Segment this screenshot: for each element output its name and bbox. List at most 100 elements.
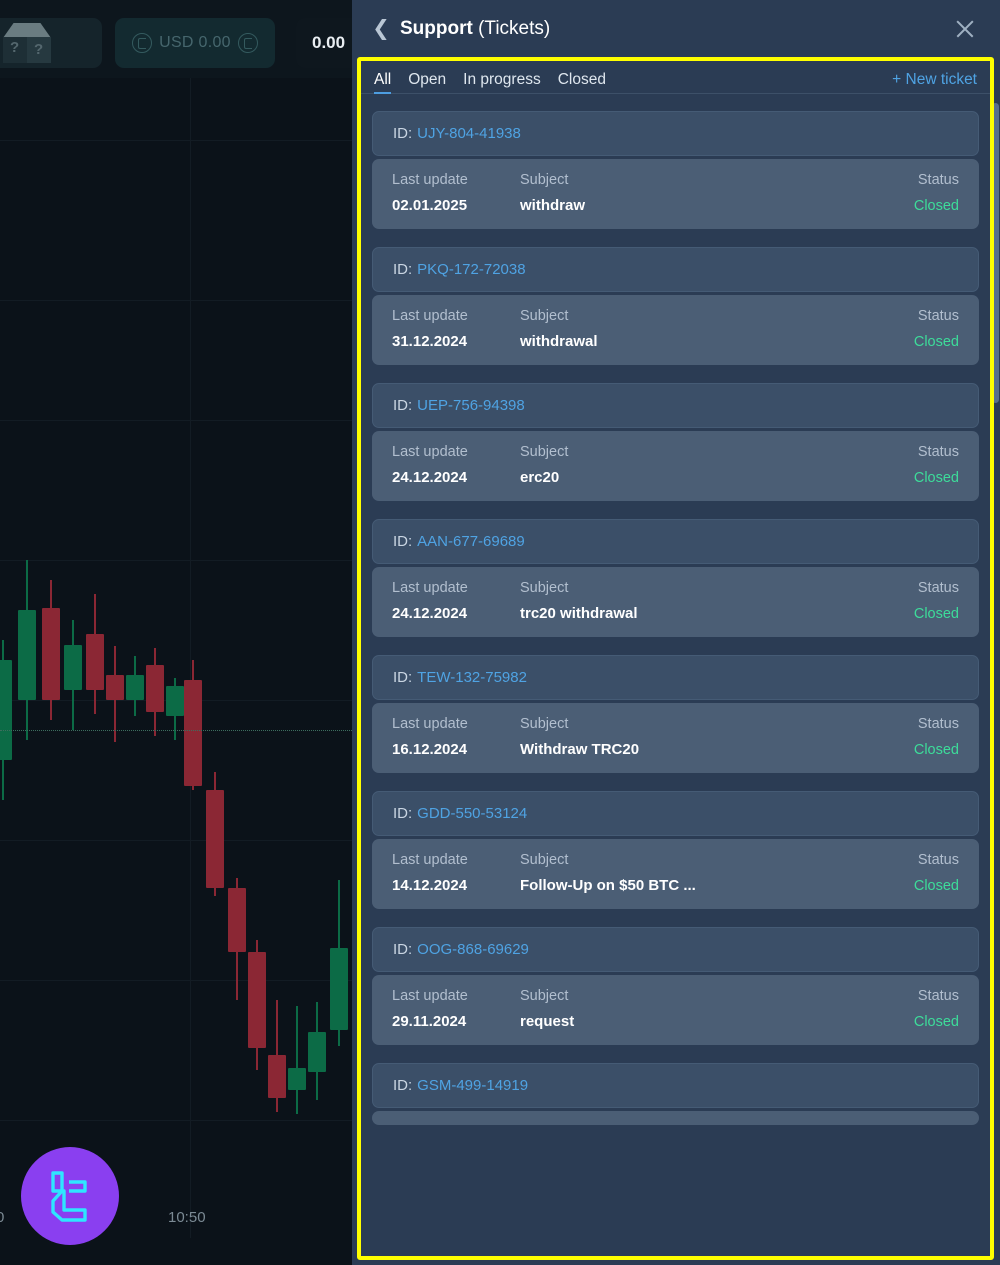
ticket-id-label: ID: <box>393 125 413 142</box>
chart-gridline-horizontal <box>0 300 352 301</box>
ticket-id-value[interactable]: TEW-132-75982 <box>417 669 527 686</box>
candlestick-body <box>42 608 60 700</box>
ticket-id-value[interactable]: OOG-868-69629 <box>417 941 529 958</box>
ticket-id-label: ID: <box>393 669 413 686</box>
ticket-details[interactable]: Last update Subject Status 29.11.2024 reques… <box>372 975 979 1045</box>
table-row: 24.12.2024 trc20 withdrawal Closed <box>392 605 959 622</box>
ticket-id-label: ID: <box>393 397 413 414</box>
ticket-id-header[interactable]: ID: GDD-550-53124 <box>372 791 979 836</box>
wallet-icon <box>132 33 153 53</box>
candlestick-wick <box>296 1006 298 1114</box>
column-header-subject: Subject <box>520 444 569 460</box>
candlestick-body <box>288 1068 306 1090</box>
panel-header: ❮ Support (Tickets) <box>352 0 1000 57</box>
ticket-subject: Withdraw TRC20 <box>520 741 640 758</box>
status-badge: Closed <box>913 197 959 214</box>
ticket-details[interactable]: Last update Subject Status 31.12.2024 withdr… <box>372 295 979 365</box>
ticket-id-value[interactable]: UJY-804-41938 <box>417 125 521 142</box>
refresh-icon <box>237 33 258 53</box>
table-row: 14.12.2024 Follow-Up on $50 BTC ... Closed <box>392 877 959 894</box>
ticket-id-header[interactable]: ID: PKQ-172-72038 <box>372 247 979 292</box>
ticket-id-value[interactable]: GDD-550-53124 <box>417 805 527 822</box>
ticket-id-value[interactable]: PKQ-172-72038 <box>417 261 525 278</box>
column-header-last-update: Last update <box>392 716 468 732</box>
tab-open[interactable]: Open <box>408 71 446 93</box>
column-header-last-update: Last update <box>392 852 468 868</box>
ticket-column-headers: Last update Subject Status <box>392 308 959 324</box>
candlestick <box>106 646 124 742</box>
tab-in-progress[interactable]: In progress <box>463 71 541 93</box>
balance-pill[interactable]: USD 0.00 <box>115 18 275 68</box>
ticket-details[interactable] <box>372 1111 979 1125</box>
candlestick <box>64 620 82 730</box>
ticket-id-value[interactable]: UEP-756-94398 <box>417 397 525 414</box>
tab-closed[interactable]: Closed <box>558 71 606 93</box>
ticket-details[interactable]: Last update Subject Status 16.12.2024 Withdr… <box>372 703 979 773</box>
ticket-last-update: 16.12.2024 <box>392 741 468 758</box>
status-badge: Closed <box>913 1013 959 1030</box>
ticket-id-header[interactable]: ID: GSM-499-14919 <box>372 1063 979 1108</box>
ticket-list-scroll-area[interactable]: ID: UJY-804-41938 Last update Subject Status… <box>361 95 990 1258</box>
ticket-id-label: ID: <box>393 805 413 822</box>
candlestick-body <box>106 675 124 700</box>
secondary-value: 0.00 <box>312 33 346 52</box>
chart-gridline-horizontal <box>0 1120 352 1121</box>
ticket-details[interactable]: Last update Subject Status 14.12.2024 Follow… <box>372 839 979 909</box>
new-ticket-button[interactable]: + New ticket <box>892 71 977 93</box>
candlestick-body <box>18 610 36 700</box>
ticket-details[interactable]: Last update Subject Status 24.12.2024 trc20 … <box>372 567 979 637</box>
ticket-id-label: ID: <box>393 261 413 278</box>
ticket-card: ID: TEW-132-75982 Last update Subject Status… <box>372 655 979 773</box>
column-header-last-update: Last update <box>392 172 468 188</box>
ticket-id-header[interactable]: ID: UJY-804-41938 <box>372 111 979 156</box>
ticket-subject: withdrawal <box>520 333 598 350</box>
status-badge: Closed <box>913 333 959 350</box>
scrollbar[interactable] <box>992 95 999 1258</box>
current-price-line <box>0 730 352 731</box>
column-header-subject: Subject <box>520 716 569 732</box>
candlestick <box>184 660 202 790</box>
x-axis-time-label: 10:50 <box>168 1209 206 1226</box>
candlestick <box>268 1000 286 1112</box>
status-badge: Closed <box>913 741 959 758</box>
ticket-details[interactable]: Last update Subject Status 02.01.2025 withdr… <box>372 159 979 229</box>
chart-gridline-horizontal <box>0 560 352 561</box>
ticket-subject: erc20 <box>520 469 560 486</box>
ticket-filter-tabs: All Open In progress Closed + New ticket <box>361 61 990 94</box>
ticket-details[interactable]: Last update Subject Status 24.12.2024 erc20 C… <box>372 431 979 501</box>
ticket-id-value[interactable]: GSM-499-14919 <box>417 1077 528 1094</box>
table-row: 29.11.2024 request Closed <box>392 1013 959 1030</box>
secondary-value-pill[interactable]: 0.00 <box>296 18 352 68</box>
candlestick <box>248 940 266 1070</box>
candlestick <box>146 648 164 736</box>
ticket-id-header[interactable]: ID: OOG-868-69629 <box>372 927 979 972</box>
ticket-card: ID: PKQ-172-72038 Last update Subject Status… <box>372 247 979 365</box>
question-mark-icon: ? <box>34 41 44 58</box>
candlestick-body <box>126 675 144 700</box>
status-badge: Closed <box>913 605 959 622</box>
close-icon[interactable] <box>952 16 978 42</box>
ticket-id-header[interactable]: ID: AAN-677-69689 <box>372 519 979 564</box>
ticket-id-value[interactable]: AAN-677-69689 <box>417 533 525 550</box>
column-header-subject: Subject <box>520 580 569 596</box>
ticket-card: ID: GSM-499-14919 <box>372 1063 979 1125</box>
ticket-last-update: 02.01.2025 <box>392 197 468 214</box>
tab-all[interactable]: All <box>374 71 392 94</box>
ticket-last-update: 31.12.2024 <box>392 333 468 350</box>
ticket-last-update: 24.12.2024 <box>392 469 468 486</box>
column-header-last-update: Last update <box>392 580 468 596</box>
ticket-id-header[interactable]: ID: TEW-132-75982 <box>372 655 979 700</box>
ticket-column-headers: Last update Subject Status <box>392 444 959 460</box>
chart-gridline-horizontal <box>0 840 352 841</box>
column-header-status: Status <box>917 716 959 732</box>
chevron-left-icon[interactable]: ❮ <box>368 16 394 42</box>
ticket-list: ID: UJY-804-41938 Last update Subject Status… <box>361 95 990 1125</box>
candlestick <box>288 1006 306 1114</box>
column-header-status: Status <box>917 172 959 188</box>
mystery-box-button[interactable]: ? ? <box>0 18 102 68</box>
ticket-id-header[interactable]: ID: UEP-756-94398 <box>372 383 979 428</box>
candlestick <box>42 580 60 720</box>
candlestick <box>86 594 104 714</box>
scrollbar-thumb[interactable] <box>992 103 999 403</box>
candlestick-body <box>184 680 202 786</box>
